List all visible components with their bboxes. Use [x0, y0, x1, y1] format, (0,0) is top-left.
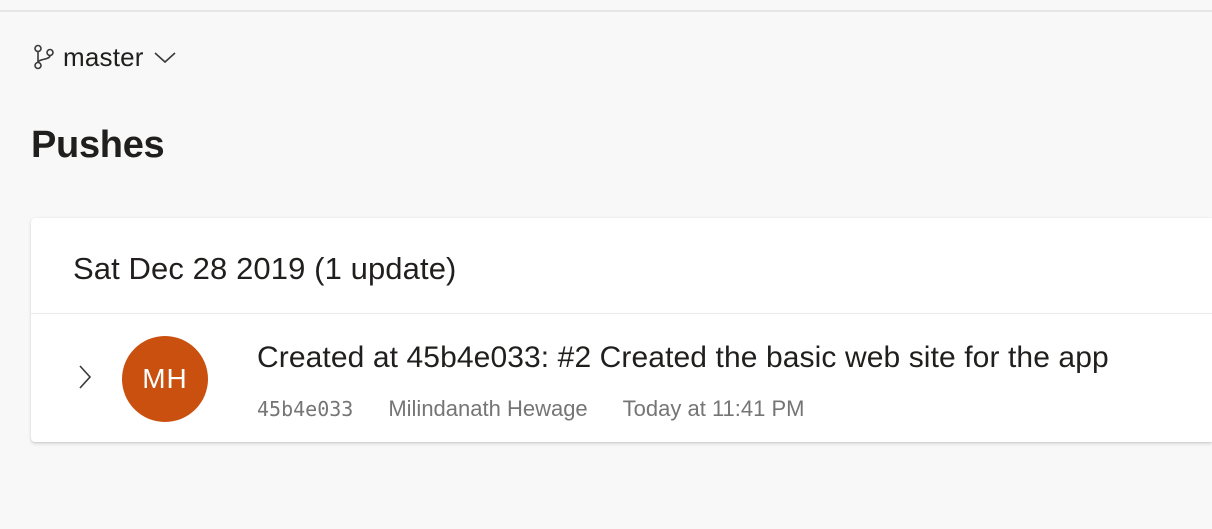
- push-list-item[interactable]: MH Created at 45b4e033: #2 Created the b…: [31, 314, 1212, 442]
- branch-name: master: [63, 41, 144, 72]
- avatar-initials: MH: [142, 363, 188, 394]
- avatar: MH: [122, 336, 208, 422]
- author-name: Milindanath Hewage: [388, 396, 588, 421]
- push-metadata: 45b4e033 Milindanath Hewage Today at 11:…: [257, 396, 804, 422]
- push-group-card: Sat Dec 28 2019 (1 update) MH Created at…: [31, 218, 1212, 442]
- branch-selector[interactable]: master: [33, 40, 178, 74]
- push-title: Created at 45b4e033: #2 Created the basi…: [257, 341, 1109, 374]
- branch-icon: [33, 44, 55, 70]
- push-group-title: Sat Dec 28 2019 (1 update): [73, 251, 457, 286]
- chevron-right-icon[interactable]: [77, 363, 93, 391]
- page-title: Pushes: [31, 124, 165, 166]
- commit-id-link[interactable]: 45b4e033: [257, 397, 353, 421]
- push-timestamp: Today at 11:41 PM: [622, 396, 805, 421]
- chevron-down-icon[interactable]: [152, 48, 178, 66]
- push-group-header: Sat Dec 28 2019 (1 update): [31, 218, 1212, 314]
- top-divider: [0, 10, 1212, 12]
